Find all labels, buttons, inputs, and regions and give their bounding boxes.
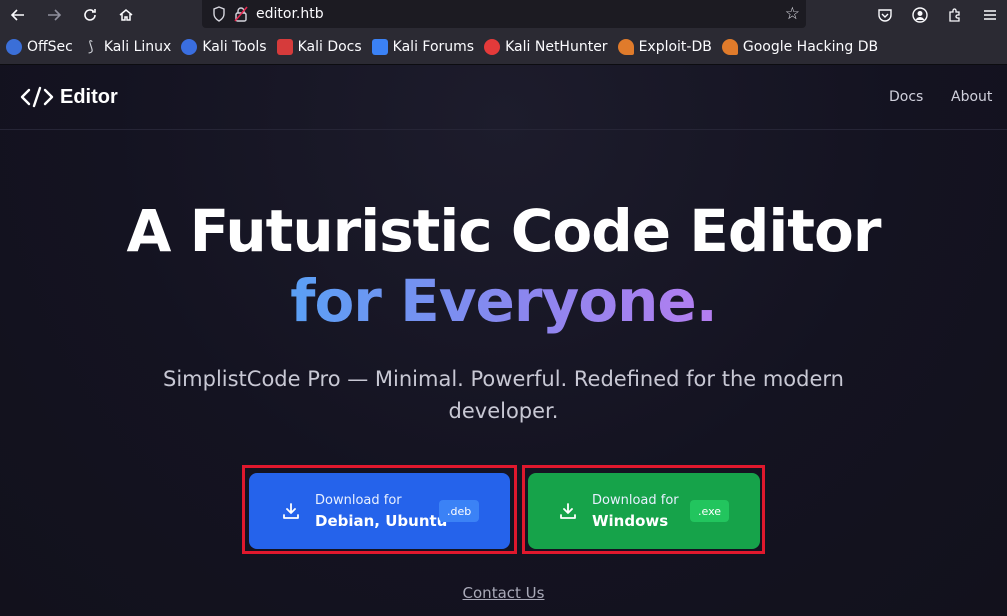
browser-toolbar: editor.htb ☆ [0,0,1007,30]
bookmark-kali-forums[interactable]: Kali Forums [371,39,475,55]
menu-icon[interactable] [972,0,1007,30]
exploitdb-icon [617,39,634,55]
bookmark-star-icon[interactable]: ☆ [785,4,800,24]
nethunter-icon [484,39,501,55]
offsec-icon [6,39,22,55]
site-navbar: Editor Docs About [0,65,1007,130]
bookmark-label: Kali NetHunter [505,39,608,55]
home-icon[interactable] [108,0,144,30]
bookmark-label: Kali Tools [202,39,267,55]
kali-docs-icon [276,39,293,55]
back-arrow-icon[interactable] [0,0,36,30]
hero-title-highlight: for Everyone. [0,267,1007,335]
url-text[interactable]: editor.htb [256,6,324,22]
nav-link-docs[interactable]: Docs [889,89,923,105]
account-icon[interactable] [902,0,937,30]
kali-tools-icon [181,39,198,55]
bookmark-kali-docs[interactable]: Kali Docs [276,39,362,55]
ghdb-icon [721,39,738,55]
download-icon [283,503,299,519]
download-caption: Download for [592,492,679,508]
shield-icon[interactable] [208,0,230,28]
file-type-badge: .exe [690,500,730,522]
kali-forums-icon [371,39,388,55]
code-brackets-icon [20,86,54,108]
bookmark-label: Kali Forums [392,39,475,55]
bookmark-label: Kali Linux [103,39,172,55]
url-bar[interactable]: editor.htb ☆ [202,0,806,28]
download-icon [560,503,576,519]
download-caption: Download for [315,492,402,508]
download-exe-button[interactable]: Download for Windows .exe [528,473,760,549]
download-deb-button[interactable]: Download for Debian, Ubuntu .deb [249,473,510,549]
hero-subtitle: SimplistCode Pro — Minimal. Powerful. Re… [163,367,844,423]
hero-title: A Futuristic Code Editor [126,197,882,265]
insecure-lock-icon[interactable] [230,0,252,28]
reload-icon[interactable] [72,0,108,30]
bookmark-google-hacking-db[interactable]: Google Hacking DB [721,39,879,55]
bookmark-kali-tools[interactable]: Kali Tools [181,39,267,55]
bookmark-kali-linux[interactable]: ⟆ Kali Linux [83,39,171,55]
extensions-icon[interactable] [937,0,972,30]
bookmark-label: Google Hacking DB [742,39,879,55]
pocket-icon[interactable] [867,0,902,30]
kali-dragon-icon: ⟆ [88,39,94,55]
contact-link-label[interactable]: Contact Us [463,584,545,602]
bookmark-label: Exploit-DB [638,39,712,55]
bookmark-exploit-db[interactable]: Exploit-DB [617,39,712,55]
bookmarks-bar: OffSec ⟆ Kali Linux Kali Tools Kali Docs… [0,30,1007,65]
brand-name: Editor [60,85,118,108]
page-content: Editor Docs About A Futuristic Code Edit… [0,65,1007,616]
nav-link-about[interactable]: About [951,89,992,105]
bookmark-label: Kali Docs [297,39,362,55]
bookmark-offsec[interactable]: OffSec [6,39,73,55]
brand-logo[interactable]: Editor [20,85,118,109]
file-type-badge: .deb [439,500,480,522]
bookmark-kali-nethunter[interactable]: Kali NetHunter [484,39,608,55]
forward-arrow-icon[interactable] [36,0,72,30]
bookmark-label: OffSec [27,39,73,55]
contact-link[interactable]: Contact Us [0,584,1007,602]
download-platform: Windows [592,511,669,530]
download-platform: Debian, Ubuntu [315,511,448,530]
gradient-text: for Everyone. [290,267,718,335]
